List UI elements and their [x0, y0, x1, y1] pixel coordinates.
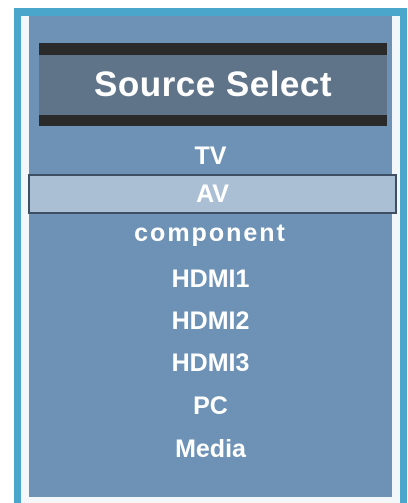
source-option-pc[interactable]: PC [29, 386, 392, 426]
source-option-hdmi2[interactable]: HDMI2 [29, 301, 392, 341]
source-option-hdmi3[interactable]: HDMI3 [29, 343, 392, 383]
source-select-dialog-frame: Source Select TV AV component HDMI1 HDMI… [14, 8, 407, 503]
source-select-dialog: Source Select TV AV component HDMI1 HDMI… [28, 16, 397, 497]
source-select-dialog-border: Source Select TV AV component HDMI1 HDMI… [21, 16, 400, 503]
title-bar-bottom-band [39, 115, 387, 126]
dialog-title-bar: Source Select [39, 43, 387, 126]
source-option-media[interactable]: Media [29, 429, 392, 469]
dialog-title: Source Select [94, 65, 332, 104]
source-option-component[interactable]: component [29, 213, 392, 253]
screen: Source Select TV AV component HDMI1 HDMI… [0, 0, 408, 503]
title-bar-top-band [39, 43, 387, 55]
source-option-av[interactable]: AV [28, 174, 397, 214]
source-option-hdmi1[interactable]: HDMI1 [29, 259, 392, 299]
source-option-tv[interactable]: TV [29, 136, 392, 176]
